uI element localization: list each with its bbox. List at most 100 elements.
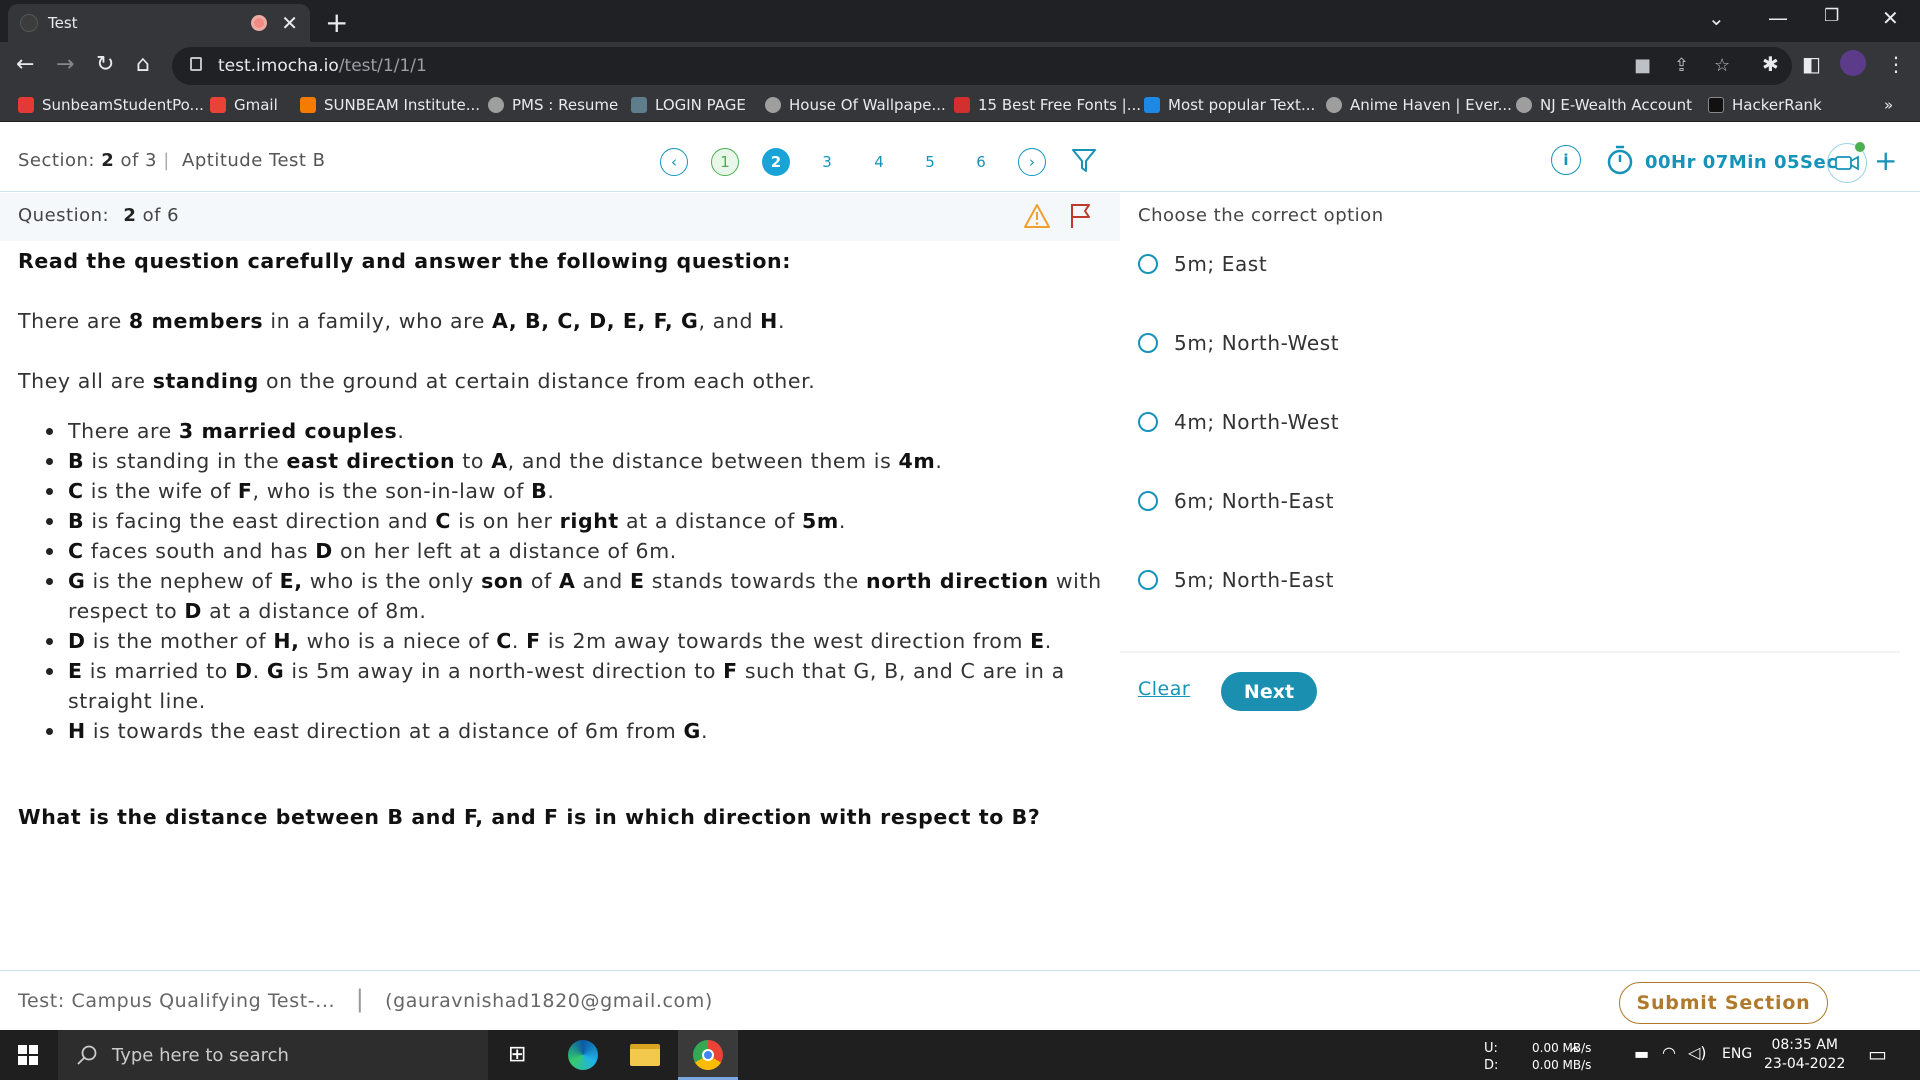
camera-icon[interactable]: ■	[1634, 55, 1651, 76]
report-warning-icon[interactable]	[1023, 203, 1051, 229]
filter-icon[interactable]	[1070, 146, 1098, 174]
bookmark-item[interactable]: PMS : Resume	[488, 96, 618, 114]
forward-arrow-icon[interactable]: →	[56, 52, 74, 77]
bookmark-item[interactable]: Most popular Text...	[1144, 96, 1315, 114]
radio-button[interactable]	[1138, 254, 1158, 274]
bookmark-item[interactable]: LOGIN PAGE	[631, 96, 746, 114]
next-question-nav-button[interactable]: ›	[1018, 148, 1046, 176]
radio-button[interactable]	[1138, 570, 1158, 590]
list-item: D is the mother of H, who is a niece of …	[18, 626, 1108, 656]
side-panel-icon[interactable]: ◧	[1802, 52, 1821, 76]
text-run: C	[68, 479, 84, 503]
info-button[interactable]: i	[1551, 145, 1581, 175]
text-run: C	[68, 539, 84, 563]
question-nav-1[interactable]: 1	[711, 148, 739, 176]
profile-avatar[interactable]	[1840, 50, 1866, 76]
file-explorer-icon[interactable]	[630, 1044, 660, 1066]
bookmark-item[interactable]: SunbeamStudentPo...	[18, 96, 204, 114]
countdown-timer: 00Hr 07Min 05Sec	[1645, 152, 1838, 173]
task-view-icon[interactable]: ⊞	[508, 1042, 526, 1067]
bookmark-item[interactable]: 15 Best Free Fonts |...	[954, 96, 1141, 114]
bookmark-favicon-icon	[300, 97, 316, 113]
bookmark-label: SunbeamStudentPo...	[42, 96, 204, 114]
clock[interactable]: 08:35 AM 23-04-2022	[1764, 1036, 1845, 1074]
notifications-icon[interactable]: ▭	[1868, 1042, 1887, 1066]
bookmark-item[interactable]: SUNBEAM Institute...	[300, 96, 480, 114]
question-nav-2[interactable]: 2	[762, 148, 790, 176]
bookmark-item[interactable]: NJ E-Wealth Account	[1516, 96, 1692, 114]
browser-tab[interactable]: Test ✕	[8, 4, 310, 42]
minimize-window-icon[interactable]: —	[1768, 6, 1788, 30]
flag-icon[interactable]	[1069, 202, 1093, 230]
bookmark-label: Most popular Text...	[1168, 96, 1316, 114]
chrome-taskbar-item[interactable]	[678, 1030, 738, 1080]
reload-icon[interactable]: ↻	[96, 52, 114, 77]
back-arrow-icon[interactable]: ←	[16, 52, 34, 77]
submit-section-button[interactable]: Submit Section	[1619, 982, 1828, 1024]
bookmark-favicon-icon	[954, 97, 970, 113]
text-run: H	[68, 719, 86, 743]
share-icon[interactable]: ⇪	[1674, 55, 1689, 76]
battery-icon[interactable]: ▬	[1634, 1044, 1649, 1063]
text-run: H	[760, 309, 778, 333]
text-run: standing	[152, 369, 259, 393]
wifi-icon[interactable]: ◠	[1662, 1043, 1676, 1062]
text-run: and	[575, 569, 631, 593]
option-3[interactable]: 4m; North-West	[1138, 410, 1339, 434]
radio-button[interactable]	[1138, 333, 1158, 353]
bookmarks-overflow-button[interactable]: »	[1884, 96, 1893, 114]
footer-info: Test: Campus Qualifying Test-... | (gaur…	[18, 985, 713, 1013]
windows-start-icon[interactable]	[18, 1045, 38, 1065]
radio-button[interactable]	[1138, 491, 1158, 511]
question-nav-4[interactable]: 4	[865, 148, 893, 176]
prev-question-button[interactable]: ‹	[660, 148, 688, 176]
text-run: There are	[68, 419, 179, 443]
clear-button[interactable]: Clear	[1138, 678, 1190, 700]
expand-plus-icon[interactable]: +	[1874, 144, 1897, 177]
option-4[interactable]: 6m; North-East	[1138, 489, 1334, 513]
bookmark-star-icon[interactable]: ☆	[1714, 55, 1730, 76]
bookmark-label: NJ E-Wealth Account	[1540, 96, 1692, 114]
home-icon[interactable]: ⌂	[136, 52, 150, 77]
browser-menu-icon[interactable]: ⋮	[1886, 52, 1906, 76]
close-window-icon[interactable]: ✕	[1882, 6, 1899, 30]
question-bar: Question: 2 of 6	[0, 193, 1120, 241]
question-instruction: Read the question carefully and answer t…	[18, 249, 792, 273]
bookmark-item[interactable]: House Of Wallpape...	[765, 96, 946, 114]
extensions-puzzle-icon[interactable]: ✱	[1762, 52, 1779, 76]
text-run: C	[496, 629, 512, 653]
option-1[interactable]: 5m; East	[1138, 252, 1267, 276]
next-button[interactable]: Next	[1221, 672, 1317, 711]
option-5[interactable]: 5m; North-East	[1138, 568, 1334, 592]
text-run: B	[68, 449, 85, 473]
bookmark-item[interactable]: HackerRank	[1708, 96, 1822, 114]
question-content: Read the question carefully and answer t…	[18, 246, 1108, 832]
net-up-value: 0.00 MB/s	[1532, 1041, 1592, 1055]
question-nav-6[interactable]: 6	[967, 148, 995, 176]
language-indicator[interactable]: ENG	[1722, 1046, 1752, 1062]
radio-button[interactable]	[1138, 412, 1158, 432]
volume-icon[interactable]: ◁)	[1688, 1043, 1707, 1062]
tray-chevron-icon[interactable]: ^	[1568, 1044, 1581, 1063]
text-run: E,	[279, 569, 303, 593]
option-2[interactable]: 5m; North-West	[1138, 331, 1339, 355]
list-item: H is towards the east direction at a dis…	[18, 716, 1108, 746]
tab-search-chevron-icon[interactable]: ⌄	[1708, 6, 1725, 30]
address-bar[interactable]: test.imocha.io/test/1/1/1 ■ ⇪ ☆	[172, 47, 1792, 85]
text-run: is married to	[82, 659, 235, 683]
question-nav-5[interactable]: 5	[916, 148, 944, 176]
question-nav-3[interactable]: 3	[813, 148, 841, 176]
text-run: is the nephew of	[85, 569, 280, 593]
restore-window-icon[interactable]: ❐	[1824, 6, 1839, 26]
question-label: Question:	[18, 205, 110, 226]
new-tab-button[interactable]: +	[325, 6, 348, 39]
close-tab-icon[interactable]: ✕	[281, 11, 298, 35]
edge-browser-icon[interactable]	[568, 1040, 598, 1070]
list-item: C is the wife of F, who is the son-in-la…	[18, 476, 1108, 506]
bookmark-item[interactable]: Anime Haven | Ever...	[1326, 96, 1512, 114]
taskbar-search-box[interactable]: Type here to search	[58, 1030, 488, 1080]
text-run: is on her	[450, 509, 560, 533]
text-run: on the ground at certain distance from e…	[258, 369, 816, 393]
video-camera-icon	[1835, 155, 1859, 171]
bookmark-item[interactable]: Gmail	[210, 96, 278, 114]
